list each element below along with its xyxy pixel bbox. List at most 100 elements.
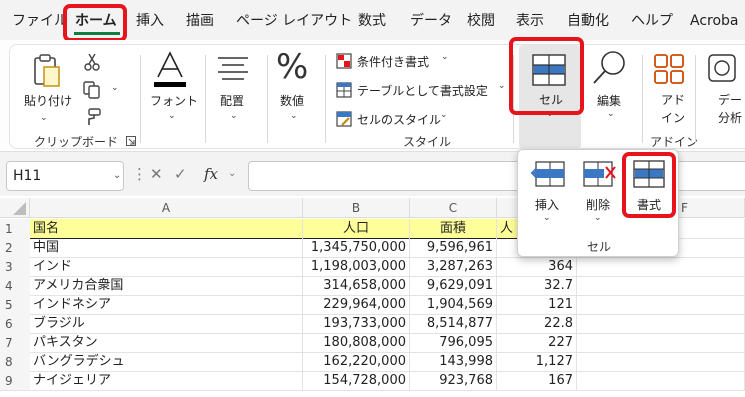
select-all-icon <box>13 202 26 215</box>
area-cell[interactable]: 8,514,877 <box>410 314 497 334</box>
row-header[interactable]: 1 <box>0 219 30 239</box>
empty-cell[interactable] <box>577 333 745 353</box>
chevron-down-icon[interactable]: ⌄ <box>113 162 121 190</box>
population-cell[interactable]: 1,198,003,000 <box>303 257 410 277</box>
insert-cells-icon <box>530 161 565 187</box>
area-cell[interactable]: 1,904,569 <box>410 295 497 315</box>
format-painter-icon[interactable] <box>84 108 102 126</box>
empty-cell[interactable] <box>577 257 745 277</box>
population-cell[interactable]: 154,728,000 <box>303 371 410 391</box>
country-cell[interactable]: バングラデシュ <box>30 352 303 372</box>
country-cell[interactable]: パキスタン <box>30 333 303 353</box>
tab-draw[interactable]: 描画 <box>186 10 214 32</box>
ribbon-panel: 貼り付け ⌄ ⌄ クリップボード フォント ⌄ 配置 ⌄ % 数値 ⌄ 条件付き… <box>9 44 745 149</box>
header-cell[interactable]: 面積 <box>410 219 497 239</box>
data-analysis-icon <box>708 54 736 82</box>
column-header-b[interactable]: B <box>303 198 410 218</box>
delete-cells-icon <box>583 161 616 187</box>
tab-data[interactable]: データ <box>410 10 452 32</box>
chevron-down-icon[interactable]: ⌄ <box>228 168 236 179</box>
empty-cell[interactable] <box>577 295 745 315</box>
population-cell[interactable]: 229,964,000 <box>303 295 410 315</box>
data-analysis-label-1: デー <box>718 93 743 107</box>
cut-icon[interactable] <box>84 53 100 71</box>
row-header[interactable]: 5 <box>0 295 30 315</box>
tab-help[interactable]: ヘルプ <box>631 10 673 32</box>
area-cell[interactable]: 143,998 <box>410 352 497 372</box>
data-analysis-label-2: 分析 <box>718 111 743 125</box>
styles-group-label: スタイル <box>403 135 452 149</box>
name-box-value: H11 <box>13 168 42 184</box>
format-as-table-icon <box>336 82 352 98</box>
tab-view[interactable]: 表示 <box>516 10 544 32</box>
population-cell[interactable]: 180,808,000 <box>303 333 410 353</box>
row-header[interactable]: 4 <box>0 276 30 296</box>
row-header[interactable]: 7 <box>0 333 30 353</box>
population-cell[interactable]: 162,220,000 <box>303 352 410 372</box>
chevron-down-icon: ⌄ <box>290 111 298 121</box>
empty-cell[interactable] <box>577 276 745 296</box>
density-cell[interactable]: 227 <box>497 333 577 353</box>
separator <box>205 55 206 143</box>
density-cell[interactable]: 121 <box>497 295 577 315</box>
area-cell[interactable]: 9,629,091 <box>410 276 497 296</box>
name-box[interactable]: H11 ⌄ <box>6 161 124 191</box>
empty-cell[interactable] <box>577 371 745 391</box>
area-cell[interactable]: 3,287,263 <box>410 257 497 277</box>
font-icon <box>154 51 186 87</box>
country-cell[interactable]: インドネシア <box>30 295 303 315</box>
cells-group-label: セル <box>587 240 612 254</box>
row-header[interactable]: 9 <box>0 371 30 391</box>
editing-label: 編集 <box>597 94 622 108</box>
separator <box>695 55 696 143</box>
tab-review[interactable]: 校閲 <box>467 10 495 32</box>
enter-icon[interactable]: ✓ <box>174 165 187 183</box>
tab-page-layout[interactable]: ページ レイアウト <box>236 10 352 32</box>
select-all-corner[interactable] <box>0 198 30 218</box>
country-cell[interactable]: アメリカ合衆国 <box>30 276 303 296</box>
density-cell[interactable]: 32.7 <box>497 276 577 296</box>
area-cell[interactable]: 796,095 <box>410 333 497 353</box>
row-header[interactable]: 8 <box>0 352 30 372</box>
dialog-launcher-icon[interactable] <box>126 136 136 146</box>
row-header[interactable]: 6 <box>0 314 30 334</box>
column-header-c[interactable]: C <box>410 198 497 218</box>
area-cell[interactable]: 9,596,961 <box>410 238 497 258</box>
column-header-a[interactable]: A <box>30 198 303 218</box>
tab-formulas[interactable]: 数式 <box>358 10 386 32</box>
density-cell[interactable]: 1,127 <box>497 352 577 372</box>
header-cell[interactable]: 国名 <box>30 219 303 239</box>
empty-cell[interactable] <box>577 352 745 372</box>
country-cell[interactable]: 中国 <box>30 238 303 258</box>
row-header[interactable]: 3 <box>0 257 30 277</box>
density-cell[interactable]: 364 <box>497 257 577 277</box>
tab-acrobat[interactable]: Acroba <box>690 10 739 32</box>
area-cell[interactable]: 923,768 <box>410 371 497 391</box>
country-cell[interactable]: ブラジル <box>30 314 303 334</box>
copy-icon[interactable] <box>83 81 101 99</box>
cells-button-highlight <box>509 37 584 115</box>
population-cell[interactable]: 193,733,000 <box>303 314 410 334</box>
format-button-highlight <box>622 152 676 218</box>
alignment-label: 配置 <box>220 94 245 108</box>
cell-styles-icon <box>336 111 352 127</box>
density-cell[interactable]: 167 <box>497 371 577 391</box>
country-cell[interactable]: ナイジェリア <box>30 371 303 391</box>
insert-function-icon[interactable]: fx <box>204 165 218 183</box>
row-header[interactable]: 2 <box>0 238 30 258</box>
chevron-down-icon: ⌄ <box>607 109 615 119</box>
population-cell[interactable]: 314,658,000 <box>303 276 410 296</box>
tab-automate[interactable]: 自動化 <box>567 10 609 32</box>
cancel-icon[interactable]: ✕ <box>150 165 163 183</box>
tab-insert[interactable]: 挿入 <box>136 10 164 32</box>
empty-cell[interactable] <box>577 314 745 334</box>
more-options-icon[interactable]: ⋮ <box>132 165 147 183</box>
population-cell[interactable]: 1,345,750,000 <box>303 238 410 258</box>
country-cell[interactable]: インド <box>30 257 303 277</box>
header-cell[interactable]: 人口 <box>303 219 410 239</box>
chevron-down-icon[interactable]: ⌄ <box>111 83 119 93</box>
number-label: 数値 <box>280 94 305 108</box>
add-ins-icon <box>654 54 684 84</box>
tab-file[interactable]: ファイル <box>12 10 68 32</box>
density-cell[interactable]: 22.8 <box>497 314 577 334</box>
